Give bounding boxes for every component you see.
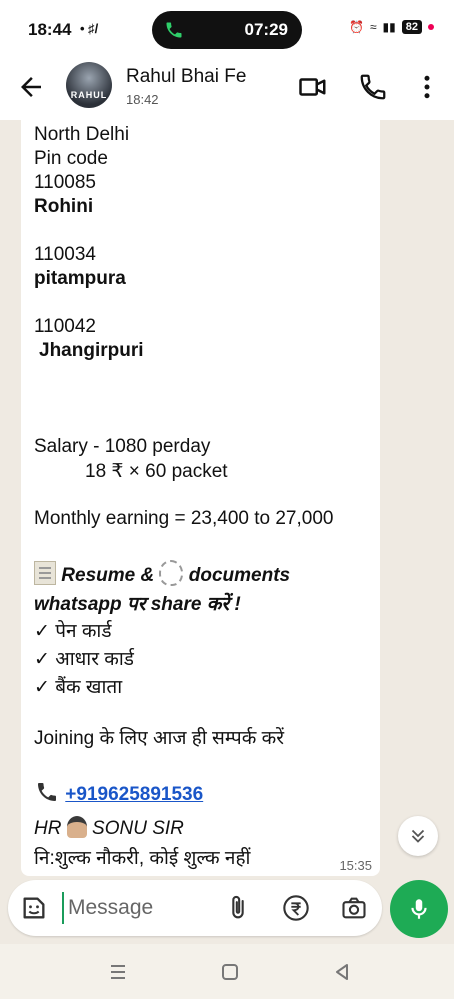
call-duration: 07:29 — [244, 20, 288, 39]
message-line: Salary - 1080 perday — [34, 436, 211, 457]
mic-icon — [411, 899, 427, 919]
message-line: नि:शुल्क नौकरी, कोई शुल्क नहीं — [34, 848, 251, 869]
signal-icon: ▮▮ — [382, 20, 396, 34]
chat-area[interactable]: North Delhi Pin code 110085 Rohini 11003… — [0, 120, 454, 882]
back-arrow-icon[interactable] — [16, 72, 46, 102]
status-time: 18:44 — [28, 20, 72, 39]
notification-dot — [428, 24, 434, 30]
recent-apps-icon[interactable] — [106, 960, 130, 984]
message-line: ✓ बैंक खाता — [34, 677, 123, 698]
message-line: whatsapp पर share करें ! — [34, 594, 241, 615]
attach-icon[interactable] — [224, 894, 252, 922]
message-line: ✓ आधार कार्ड — [34, 649, 134, 670]
back-nav-icon[interactable] — [330, 960, 354, 984]
message-line: North Delhi — [34, 124, 130, 145]
message-composer — [8, 880, 382, 936]
camera-icon[interactable] — [340, 894, 368, 922]
alarm-icon: ⏰ — [348, 20, 364, 34]
message-input[interactable] — [62, 892, 212, 924]
message-timestamp: 15:35 — [339, 858, 372, 873]
last-seen: 18:42 — [126, 92, 159, 107]
message-line: Pin code — [34, 148, 108, 169]
message-line: 110034 — [34, 244, 96, 265]
message-line: 110042 — [34, 316, 96, 337]
system-indicators: ⏰ ≈ ▮▮ 82 — [349, 20, 434, 34]
status-bar: 18:44 • ♯/ 07:29 ⏰ ≈ ▮▮ 82 — [0, 0, 454, 58]
contact-name[interactable]: Rahul Bhai Fe — [126, 66, 246, 88]
scroll-down-button[interactable] — [398, 816, 438, 856]
message-line: 110085 — [34, 172, 96, 193]
system-nav-bar — [0, 944, 454, 999]
notification-icons: • ♯/ — [80, 21, 99, 36]
message-line: Monthly earning = 23,400 to 27,000 — [34, 508, 334, 529]
message-line: Joining के लिए आज ही सम्पर्क करें — [34, 728, 284, 749]
more-options-icon[interactable] — [412, 72, 442, 102]
rupee-payment-icon[interactable] — [282, 894, 310, 922]
document-emoji-icon — [34, 561, 56, 585]
message-line: Jhangirpuri — [39, 340, 144, 361]
telephone-emoji-icon — [38, 783, 56, 801]
scroll-down-icon — [411, 829, 425, 843]
message-line: +919625891536 — [34, 780, 203, 806]
sticker-icon[interactable] — [20, 894, 48, 922]
wifi-icon: ≈ — [369, 20, 377, 34]
office-worker-emoji-icon — [66, 816, 87, 838]
home-icon[interactable] — [218, 960, 242, 984]
message-line: pitampura — [34, 268, 126, 289]
fingerprint-emoji-icon — [159, 560, 184, 586]
message-line: Rohini — [34, 196, 94, 217]
video-call-icon[interactable] — [298, 72, 328, 102]
chat-header: RAHUL Rahul Bhai Fe 18:42 — [0, 58, 454, 120]
phone-icon — [166, 22, 182, 38]
message-line: 18 ₹ × 60 packet — [85, 461, 228, 482]
message-bubble[interactable]: North Delhi Pin code 110085 Rohini 11003… — [21, 120, 380, 876]
voice-call-icon[interactable] — [358, 72, 388, 102]
phone-number-link[interactable]: +919625891536 — [65, 784, 203, 805]
message-line: Resume & documents — [34, 560, 290, 587]
battery-icon: 82 — [401, 20, 422, 34]
message-line: ✓ पेन कार्ड — [34, 621, 112, 642]
message-line: HR SONU SIR — [34, 816, 184, 839]
avatar[interactable]: RAHUL — [66, 62, 112, 108]
ongoing-call-pill[interactable]: 07:29 — [152, 11, 302, 49]
